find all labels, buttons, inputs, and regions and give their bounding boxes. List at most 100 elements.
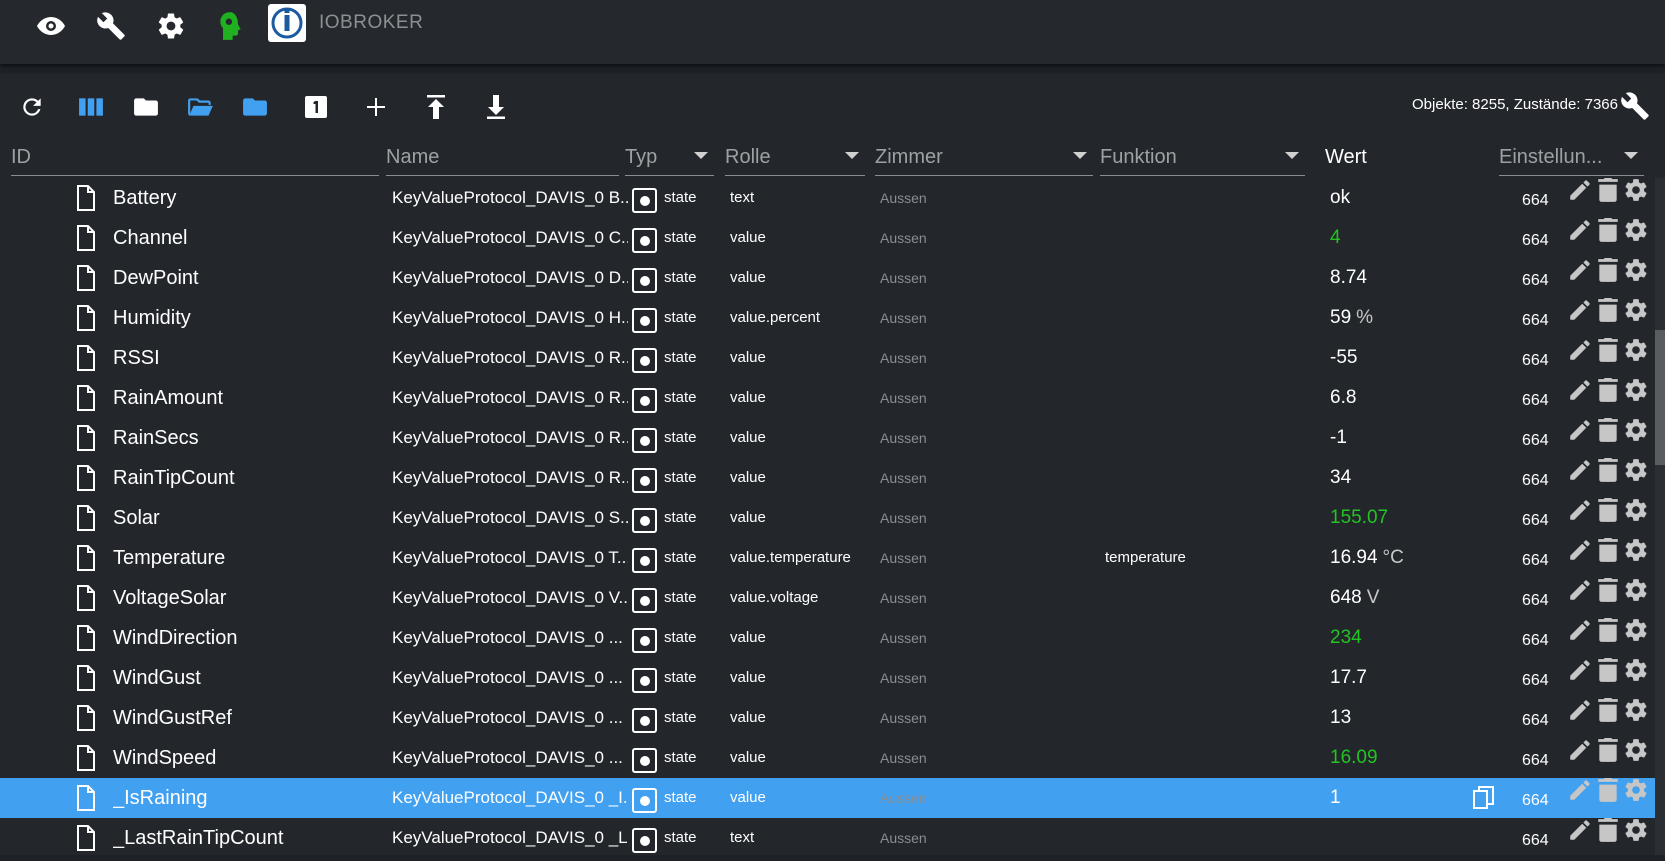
delete-icon[interactable] xyxy=(1597,418,1619,458)
folder-open-icon[interactable] xyxy=(183,90,219,124)
scrollbar-track[interactable] xyxy=(1655,178,1665,855)
add-icon[interactable] xyxy=(358,90,394,124)
edit-icon[interactable] xyxy=(1567,738,1593,778)
row-settings-gear-icon[interactable] xyxy=(1623,778,1649,818)
table-row[interactable]: RainAmount KeyValueProtocol_DAVIS_0 R...… xyxy=(0,378,1655,418)
filter-settings[interactable]: Einstellun... xyxy=(1499,140,1644,176)
table-row[interactable]: DewPoint KeyValueProtocol_DAVIS_0 D... s… xyxy=(0,258,1655,298)
upload-icon[interactable] xyxy=(418,90,454,124)
table-row[interactable]: WindGustRef KeyValueProtocol_DAVIS_0 ...… xyxy=(0,698,1655,738)
table-row[interactable]: VoltageSolar KeyValueProtocol_DAVIS_0 V.… xyxy=(0,578,1655,618)
table-row[interactable]: Battery KeyValueProtocol_DAVIS_0 B... st… xyxy=(0,178,1655,218)
table-row[interactable]: _LastRainTipCount KeyValueProtocol_DAVIS… xyxy=(0,818,1655,858)
delete-icon[interactable] xyxy=(1597,378,1619,418)
row-value[interactable]: 16.94 °C xyxy=(1330,538,1450,578)
edit-icon[interactable] xyxy=(1567,338,1593,378)
filter-room[interactable]: Zimmer xyxy=(875,140,1093,176)
download-icon[interactable] xyxy=(478,90,514,124)
edit-icon[interactable] xyxy=(1567,778,1593,818)
delete-icon[interactable] xyxy=(1597,178,1619,218)
row-settings-gear-icon[interactable] xyxy=(1623,578,1649,618)
edit-icon[interactable] xyxy=(1567,258,1593,298)
delete-icon[interactable] xyxy=(1597,338,1619,378)
delete-icon[interactable] xyxy=(1597,498,1619,538)
row-value[interactable]: 59% xyxy=(1330,298,1450,338)
delete-icon[interactable] xyxy=(1597,458,1619,498)
edit-icon[interactable] xyxy=(1567,818,1593,858)
table-row[interactable]: WindDirection KeyValueProtocol_DAVIS_0 .… xyxy=(0,618,1655,658)
filter-name[interactable]: Name xyxy=(386,140,619,176)
filter-id[interactable]: ID xyxy=(11,140,379,176)
folder-blue-icon[interactable] xyxy=(237,90,273,124)
row-value[interactable] xyxy=(1330,818,1450,858)
edit-icon[interactable] xyxy=(1567,378,1593,418)
head-profile-icon[interactable] xyxy=(210,8,250,44)
row-settings-gear-icon[interactable] xyxy=(1623,538,1649,578)
edit-icon[interactable] xyxy=(1567,178,1593,218)
iobroker-logo[interactable] xyxy=(268,4,306,42)
row-value[interactable]: 6.8 xyxy=(1330,378,1450,418)
filter-role[interactable]: Rolle xyxy=(725,140,865,176)
edit-icon[interactable] xyxy=(1567,698,1593,738)
delete-icon[interactable] xyxy=(1597,818,1619,858)
row-settings-gear-icon[interactable] xyxy=(1623,338,1649,378)
table-row[interactable]: WindSpeed KeyValueProtocol_DAVIS_0 ... s… xyxy=(0,738,1655,778)
row-settings-gear-icon[interactable] xyxy=(1623,458,1649,498)
row-value[interactable]: 17.7 xyxy=(1330,658,1450,698)
row-value[interactable]: 648 V xyxy=(1330,578,1450,618)
row-settings-gear-icon[interactable] xyxy=(1623,698,1649,738)
table-row[interactable]: RainTipCount KeyValueProtocol_DAVIS_0 R.… xyxy=(0,458,1655,498)
filter-function[interactable]: Funktion xyxy=(1100,140,1305,176)
settings-gear-icon[interactable] xyxy=(151,8,191,44)
delete-icon[interactable] xyxy=(1597,738,1619,778)
folder-icon[interactable] xyxy=(128,90,164,124)
delete-icon[interactable] xyxy=(1597,778,1619,818)
row-settings-gear-icon[interactable] xyxy=(1623,818,1649,858)
row-value[interactable]: 4 xyxy=(1330,218,1450,258)
row-settings-gear-icon[interactable] xyxy=(1623,178,1649,218)
delete-icon[interactable] xyxy=(1597,298,1619,338)
edit-icon[interactable] xyxy=(1567,658,1593,698)
row-value[interactable]: 8.74 xyxy=(1330,258,1450,298)
table-row[interactable]: RainSecs KeyValueProtocol_DAVIS_0 R... s… xyxy=(0,418,1655,458)
row-settings-gear-icon[interactable] xyxy=(1623,218,1649,258)
row-value[interactable]: 13 xyxy=(1330,698,1450,738)
edit-icon[interactable] xyxy=(1567,618,1593,658)
row-settings-gear-icon[interactable] xyxy=(1623,418,1649,458)
edit-icon[interactable] xyxy=(1567,218,1593,258)
row-settings-gear-icon[interactable] xyxy=(1623,298,1649,338)
row-value[interactable]: 155.07 xyxy=(1330,498,1450,538)
row-settings-gear-icon[interactable] xyxy=(1623,738,1649,778)
delete-icon[interactable] xyxy=(1597,218,1619,258)
delete-icon[interactable] xyxy=(1597,658,1619,698)
delete-icon[interactable] xyxy=(1597,618,1619,658)
table-row[interactable]: Humidity KeyValueProtocol_DAVIS_0 H... s… xyxy=(0,298,1655,338)
delete-icon[interactable] xyxy=(1597,258,1619,298)
delete-icon[interactable] xyxy=(1597,578,1619,618)
row-value[interactable]: 34 xyxy=(1330,458,1450,498)
row-value[interactable]: -1 xyxy=(1330,418,1450,458)
row-value[interactable]: 234 xyxy=(1330,618,1450,658)
filter-type[interactable]: Typ xyxy=(625,140,714,176)
delete-icon[interactable] xyxy=(1597,698,1619,738)
row-value[interactable]: 16.09 xyxy=(1330,738,1450,778)
row-settings-gear-icon[interactable] xyxy=(1623,258,1649,298)
copy-icon[interactable] xyxy=(1473,778,1497,818)
edit-icon[interactable] xyxy=(1567,418,1593,458)
edit-icon[interactable] xyxy=(1567,298,1593,338)
table-row[interactable]: _IsRaining KeyValueProtocol_DAVIS_0 _I..… xyxy=(0,778,1655,818)
table-row[interactable]: Temperature KeyValueProtocol_DAVIS_0 T..… xyxy=(0,538,1655,578)
one-icon[interactable] xyxy=(298,90,334,124)
table-row[interactable]: WindGust KeyValueProtocol_DAVIS_0 ... st… xyxy=(0,658,1655,698)
row-value[interactable]: ok xyxy=(1330,178,1450,218)
edit-icon[interactable] xyxy=(1567,458,1593,498)
eye-icon[interactable] xyxy=(31,8,71,44)
row-value[interactable]: 1 xyxy=(1330,778,1450,818)
row-settings-gear-icon[interactable] xyxy=(1623,378,1649,418)
table-row[interactable]: Channel KeyValueProtocol_DAVIS_0 C... st… xyxy=(0,218,1655,258)
columns-icon[interactable] xyxy=(73,90,109,124)
delete-icon[interactable] xyxy=(1597,538,1619,578)
row-value[interactable]: -55 xyxy=(1330,338,1450,378)
wrench-icon[interactable] xyxy=(91,8,131,44)
row-settings-gear-icon[interactable] xyxy=(1623,498,1649,538)
